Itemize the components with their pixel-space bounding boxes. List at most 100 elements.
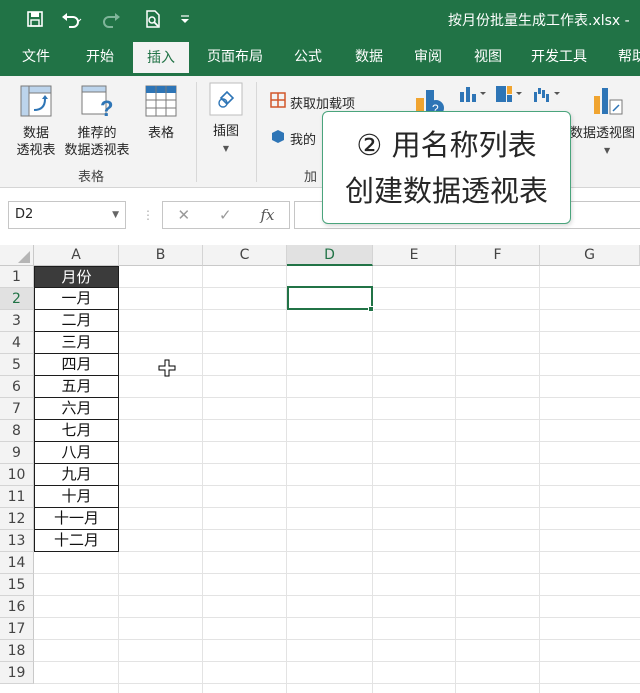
addins-icon — [270, 128, 286, 148]
gridline — [202, 266, 203, 693]
select-all-corner[interactable] — [0, 245, 34, 266]
name-box-value: D2 — [15, 207, 34, 222]
row-header-9[interactable]: 9 — [0, 442, 34, 464]
row-header-18[interactable]: 18 — [0, 640, 34, 662]
cell-month[interactable]: 四月 — [34, 354, 119, 376]
column-chart-icon[interactable] — [458, 84, 488, 108]
header-cell-month[interactable]: 月份 — [34, 266, 119, 288]
tab-page-layout[interactable]: 页面布局 — [198, 38, 272, 76]
gridline — [34, 639, 640, 640]
row-header-17[interactable]: 17 — [0, 618, 34, 640]
recommended-pivot-label-1: 推荐的 — [77, 126, 117, 141]
enter-icon[interactable]: ✓ — [219, 206, 232, 224]
column-header-f[interactable]: F — [456, 245, 540, 266]
column-header-b[interactable]: B — [119, 245, 203, 266]
row-header-13[interactable]: 13 — [0, 530, 34, 552]
row-header-2[interactable]: 2 — [0, 288, 34, 310]
hierarchy-chart-icon[interactable] — [494, 84, 524, 108]
gridline — [286, 266, 287, 693]
selected-cell-d2[interactable] — [287, 286, 373, 310]
tab-insert[interactable]: 插入 — [133, 42, 189, 76]
insert-function-icon[interactable]: fx — [261, 206, 275, 224]
row-header-6[interactable]: 6 — [0, 376, 34, 398]
cell-month[interactable]: 三月 — [34, 332, 119, 354]
cell-month[interactable]: 六月 — [34, 398, 119, 420]
cell-month[interactable]: 十二月 — [34, 530, 119, 552]
gridline — [539, 266, 540, 693]
pivot-table-button[interactable]: 数据 透视表 — [12, 84, 60, 159]
tab-data[interactable]: 数据 — [347, 38, 391, 76]
svg-text:?: ? — [100, 96, 113, 118]
cancel-icon[interactable]: ✕ — [177, 206, 190, 224]
row-header-7[interactable]: 7 — [0, 398, 34, 420]
row-header-14[interactable]: 14 — [0, 552, 34, 574]
waterfall-chart-icon[interactable] — [532, 84, 562, 108]
cell-month[interactable]: 十一月 — [34, 508, 119, 530]
recommended-pivot-button[interactable]: ? 推荐的 数据透视表 — [60, 84, 134, 159]
illustrations-dropdown-icon: ▼ — [222, 144, 230, 153]
fill-handle[interactable] — [368, 306, 374, 312]
tab-help[interactable]: 帮助 — [610, 38, 640, 76]
illustrations-icon — [206, 82, 246, 121]
pivot-chart-icon — [590, 84, 640, 123]
table-button[interactable]: 表格 — [138, 84, 184, 142]
row-header-10[interactable]: 10 — [0, 464, 34, 486]
gridline — [34, 419, 640, 420]
column-header-g[interactable]: G — [540, 245, 640, 266]
gridline — [34, 551, 640, 552]
row-header-1[interactable]: 1 — [0, 266, 34, 288]
customize-toolbar-icon[interactable] — [172, 6, 198, 32]
ribbon-separator — [256, 82, 257, 182]
tab-formulas[interactable]: 公式 — [286, 38, 330, 76]
cell-month[interactable]: 十月 — [34, 486, 119, 508]
redo-icon[interactable] — [100, 6, 126, 32]
tables-group-label: 表格 — [78, 170, 105, 185]
store-icon — [270, 92, 286, 112]
tab-home[interactable]: 开始 — [76, 38, 124, 76]
cell-month[interactable]: 五月 — [34, 376, 119, 398]
row-header-8[interactable]: 8 — [0, 420, 34, 442]
undo-icon[interactable] — [58, 6, 84, 32]
title-bar: 按月份批量生成工作表.xlsx - — [0, 0, 640, 38]
row-header-19[interactable]: 19 — [0, 662, 34, 684]
illustrations-label: 插图 — [212, 124, 239, 139]
worksheet-grid[interactable]: ABCDEFG 1 2 3 4 5 6 7 8 9 10 11 12 13 14 15 16 17 18 19 月份… — [0, 245, 640, 693]
row-header-4[interactable]: 4 — [0, 332, 34, 354]
gridline — [34, 353, 640, 354]
gridline — [34, 573, 640, 574]
cell-month[interactable]: 九月 — [34, 464, 119, 486]
column-header-c[interactable]: C — [203, 245, 287, 266]
pivot-table-icon — [12, 84, 60, 123]
cell-month[interactable]: 七月 — [34, 420, 119, 442]
cell-month[interactable]: 一月 — [34, 288, 119, 310]
cell-month[interactable]: 二月 — [34, 310, 119, 332]
get-addins-button[interactable]: 获取加载项 — [270, 92, 355, 112]
gridline — [34, 507, 640, 508]
illustrations-button[interactable]: 插图 ▼ — [206, 82, 246, 157]
name-box-dropdown-icon[interactable]: ▼ — [112, 202, 119, 228]
save-icon[interactable] — [22, 6, 48, 32]
row-header-15[interactable]: 15 — [0, 574, 34, 596]
column-header-d[interactable]: D — [287, 245, 373, 266]
row-header-5[interactable]: 5 — [0, 354, 34, 376]
addins-group-label: 加 — [304, 170, 318, 185]
pivot-chart-button[interactable]: 数据透视图 ▼ — [570, 84, 640, 159]
tab-review[interactable]: 审阅 — [406, 38, 450, 76]
gridline — [34, 463, 640, 464]
print-preview-icon[interactable] — [140, 6, 166, 32]
row-header-3[interactable]: 3 — [0, 310, 34, 332]
my-addins-button[interactable]: 我的 — [270, 128, 316, 148]
cell-month[interactable]: 八月 — [34, 442, 119, 464]
tab-developer[interactable]: 开发工具 — [526, 38, 592, 76]
row-header-12[interactable]: 12 — [0, 508, 34, 530]
row-header-16[interactable]: 16 — [0, 596, 34, 618]
tab-file[interactable]: 文件 — [12, 38, 60, 76]
tab-view[interactable]: 视图 — [466, 38, 510, 76]
name-box[interactable]: D2 ▼ — [8, 201, 126, 229]
row-header-11[interactable]: 11 — [0, 486, 34, 508]
table-label: 表格 — [147, 126, 174, 141]
column-header-a[interactable]: A — [34, 245, 119, 266]
column-header-e[interactable]: E — [373, 245, 456, 266]
pivot-chart-dropdown-icon: ▼ — [604, 146, 611, 155]
callout-line-2: 创建数据透视表 — [344, 174, 548, 208]
